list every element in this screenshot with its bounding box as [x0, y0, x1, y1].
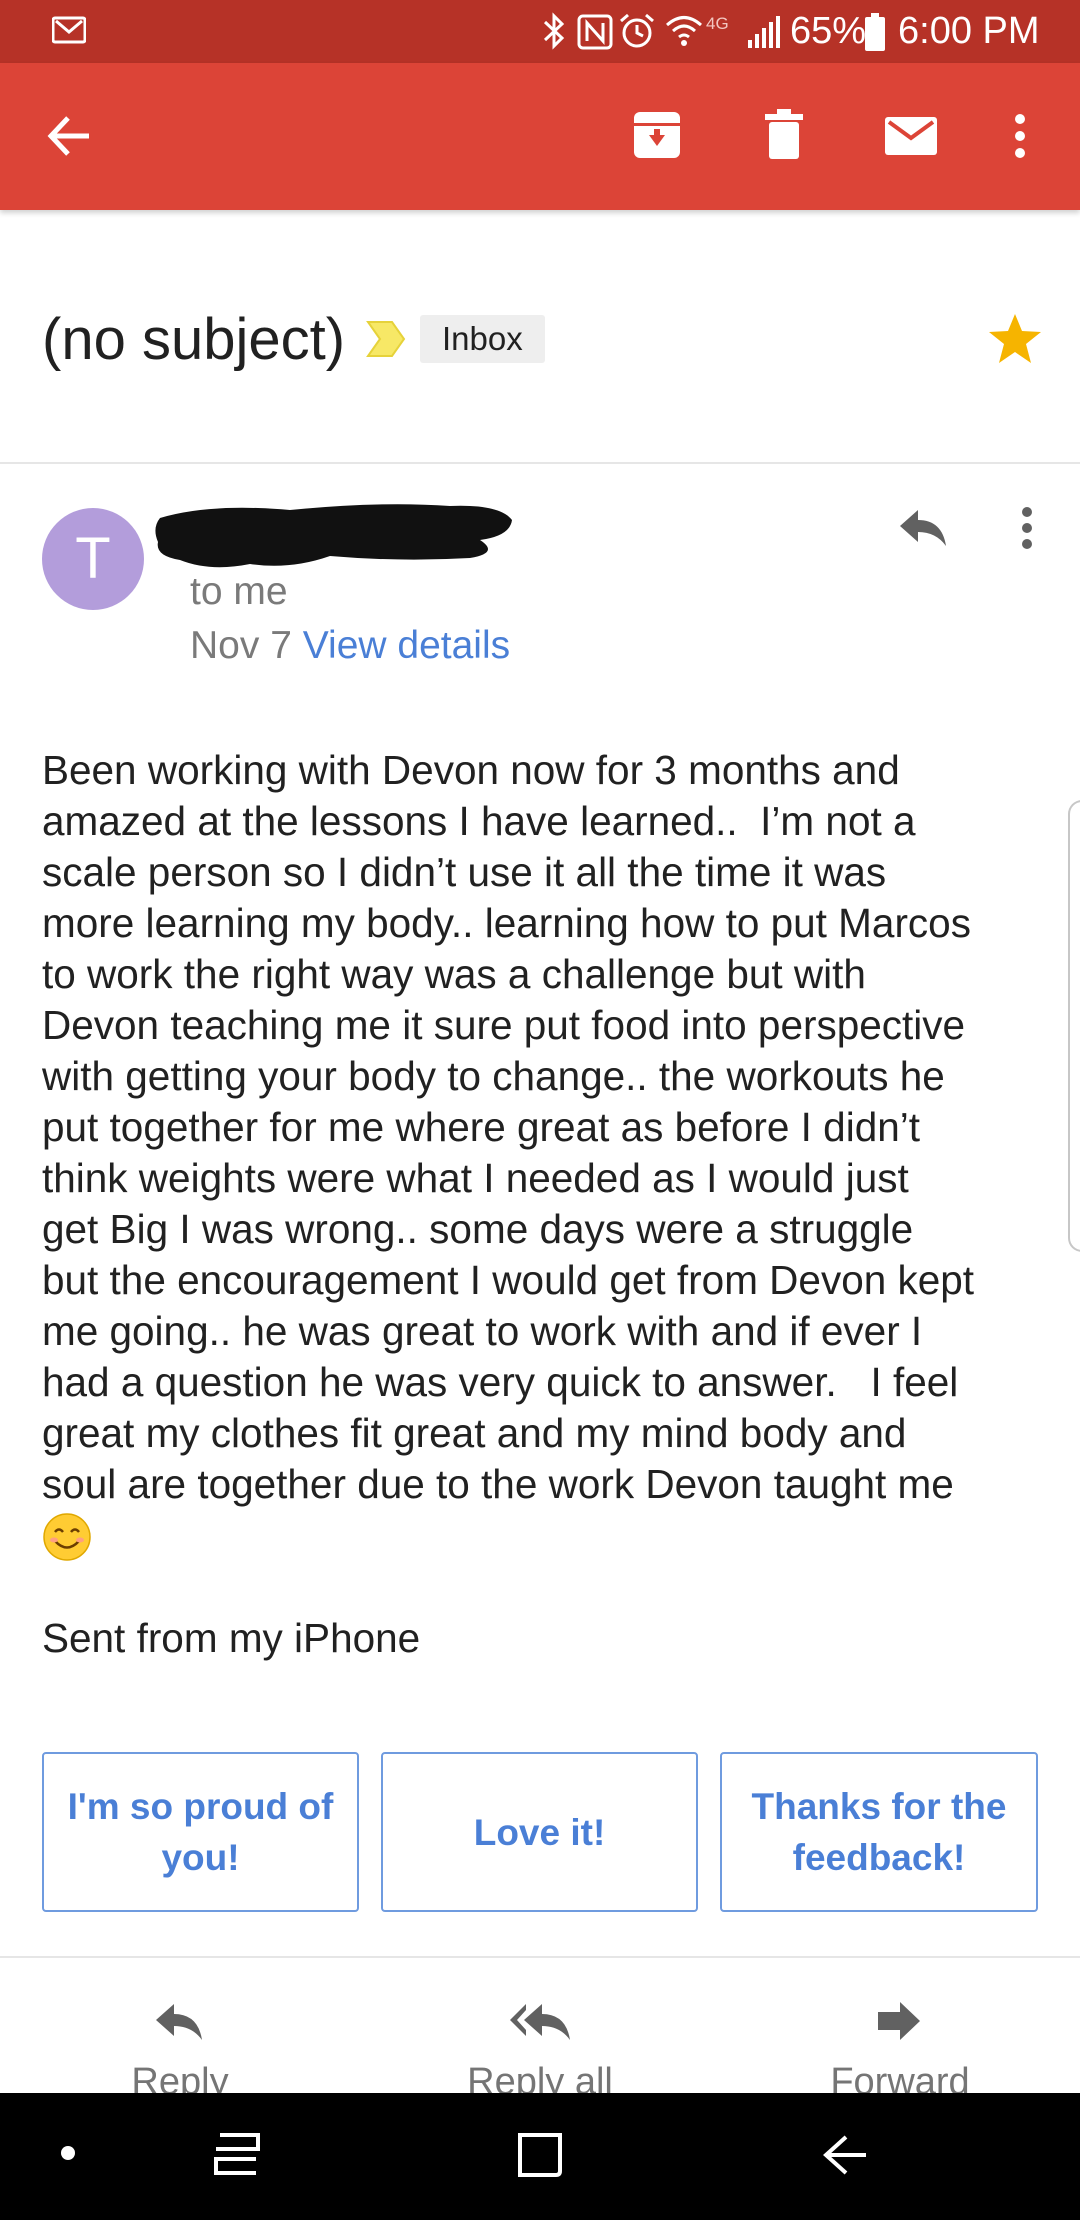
battery-percentage: 65%: [790, 10, 867, 52]
star-icon[interactable]: [987, 312, 1043, 366]
view-details-link[interactable]: View details: [303, 624, 510, 667]
smart-reply-proud[interactable]: I'm so proud of you!: [42, 1752, 359, 1912]
inbox-label-chip: Inbox: [420, 315, 545, 363]
system-navigation-bar: [0, 2093, 1080, 2220]
mark-unread-icon[interactable]: [884, 116, 938, 156]
back-arrow-icon[interactable]: [46, 113, 92, 159]
battery-icon: [865, 13, 885, 51]
reply-all-icon[interactable]: [508, 2002, 572, 2042]
network-type: 4G: [706, 14, 729, 33]
back-button-icon[interactable]: [820, 2133, 868, 2177]
home-button-icon[interactable]: [516, 2131, 564, 2179]
forward-icon[interactable]: [876, 2000, 922, 2042]
reply-action-icon[interactable]: [154, 2002, 204, 2042]
signal-icon: [748, 16, 780, 48]
smiling-face-emoji: [43, 1513, 91, 1561]
redacted-sender-name: [155, 504, 512, 568]
nfc-icon: [577, 14, 613, 50]
reply-icon[interactable]: [898, 508, 948, 548]
toolbar: [0, 63, 1080, 210]
divider: [0, 462, 1080, 464]
clock: 6:00 PM: [898, 10, 1040, 52]
recent-apps-icon[interactable]: [212, 2131, 260, 2177]
email-date-row: Nov 7 View details: [190, 620, 510, 672]
divider: [0, 1956, 1080, 1958]
alarm-icon: [620, 13, 654, 48]
importance-marker-icon[interactable]: [366, 320, 406, 358]
archive-icon[interactable]: [632, 110, 682, 160]
smart-reply-thanks[interactable]: Thanks for the feedback!: [720, 1752, 1038, 1912]
nav-dot-icon[interactable]: [60, 2145, 76, 2161]
email-subject: (no subject): [42, 307, 346, 372]
scroll-indicator[interactable]: [1068, 800, 1080, 1252]
more-vert-icon[interactable]: [1012, 113, 1028, 159]
delete-icon[interactable]: [764, 108, 804, 160]
bluetooth-icon: [543, 12, 565, 50]
email-date: Nov 7: [190, 624, 292, 667]
wifi-icon: [666, 16, 702, 46]
email-body: Been working with Devon now for 3 months…: [42, 747, 975, 1507]
status-bar: 4G 65% 6:00 PM: [0, 0, 1080, 63]
recipient-label[interactable]: to me: [190, 567, 288, 617]
message-more-icon[interactable]: [1020, 506, 1034, 550]
avatar[interactable]: T: [42, 508, 144, 610]
smart-reply-love-it[interactable]: Love it!: [381, 1752, 698, 1912]
email-signature: Sent from my iPhone: [42, 1615, 421, 1661]
gmail-notification-icon: [52, 16, 86, 44]
